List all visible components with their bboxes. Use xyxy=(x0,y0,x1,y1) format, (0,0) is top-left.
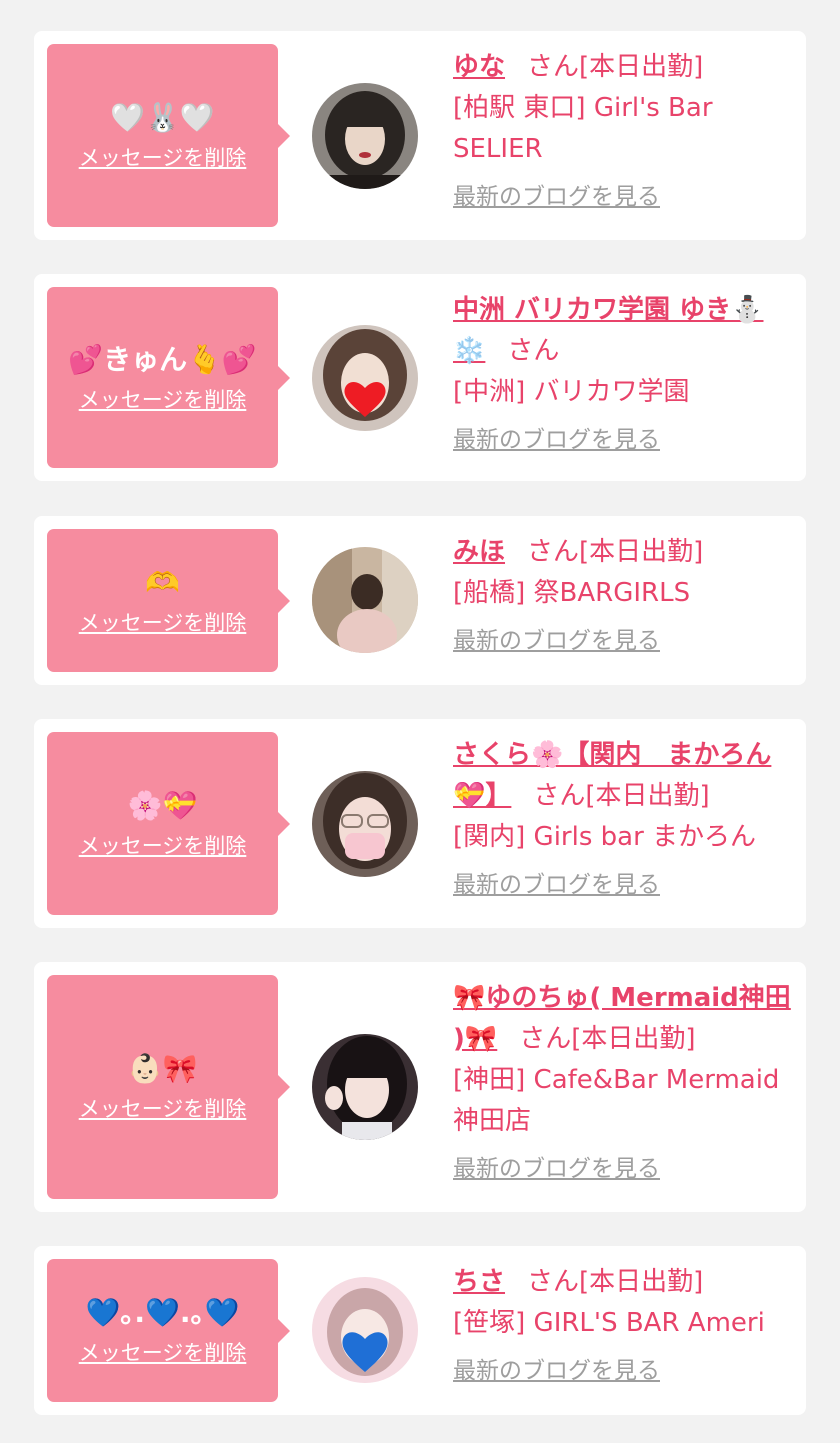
message-bubble: 💕きゅん🫰💕 メッセージを削除 xyxy=(47,287,290,468)
latest-blog-link[interactable]: 最新のブログを見る xyxy=(453,1154,660,1184)
favorite-card: 🫶 メッセージを削除 みほ さん[本日出勤] [船橋] 祭BARGIRLS 最新の… xyxy=(34,516,806,685)
cast-info: みほ さん[本日出勤] [船橋] 祭BARGIRLS 最新のブログを見る xyxy=(453,532,792,661)
favorite-card: 💕きゅん🫰💕 メッセージを削除 中洲 バリカワ学園 ゆき⛄️❄️ さん [中洲] … xyxy=(34,274,806,481)
message-text: 🤍🐰🤍 xyxy=(110,100,215,134)
latest-blog-link[interactable]: 最新のブログを見る xyxy=(453,1356,660,1386)
message-bubble: 👶🏻🎀 メッセージを削除 xyxy=(47,975,290,1199)
name-line: さくら🌸【関内 まかろん💝】 さん[本日出勤] xyxy=(453,735,792,817)
delete-message-link[interactable]: メッセージを削除 xyxy=(79,1093,247,1123)
latest-blog-link[interactable]: 最新のブログを見る xyxy=(453,626,660,656)
cast-name-link[interactable]: みほ xyxy=(453,537,505,567)
status-text: さん[本日出勤] xyxy=(527,52,704,82)
delete-message-link[interactable]: メッセージを削除 xyxy=(79,142,247,172)
cast-info: ちさ さん[本日出勤] [笹塚] GIRL'S BAR Ameri 最新のブログを… xyxy=(453,1262,792,1391)
status-text: さん[本日出勤] xyxy=(519,1024,696,1054)
message-bubble: 🫶 メッセージを削除 xyxy=(47,529,290,672)
cast-name-link[interactable]: 中洲 バリカワ学園 ゆき⛄️❄️ xyxy=(453,295,763,366)
status-text: さん[本日出勤] xyxy=(527,1267,704,1297)
message-bubble: 🌸💝 メッセージを削除 xyxy=(47,732,290,915)
avatar[interactable] xyxy=(312,83,418,189)
cast-info: 中洲 バリカワ学園 ゆき⛄️❄️ さん [中洲] バリカワ学園 最新のブログを見る xyxy=(453,290,792,460)
delete-message-link[interactable]: メッセージを削除 xyxy=(79,830,247,860)
message-text: 💙｡.💙.｡💙 xyxy=(85,1295,240,1329)
latest-blog-link[interactable]: 最新のブログを見る xyxy=(453,182,660,212)
delete-message-link[interactable]: メッセージを削除 xyxy=(79,1337,247,1367)
favorite-card: 🤍🐰🤍 メッセージを削除 ゆな さん[本日出勤] [柏駅 東口] Girl's B… xyxy=(34,31,806,240)
shop-text: [関内] Girls bar まかろん xyxy=(453,822,757,852)
name-line: ちさ さん[本日出勤] xyxy=(453,1262,792,1303)
avatar[interactable] xyxy=(312,1277,418,1383)
cast-info: 🎀ゆのちゅ( Mermaid神田 )🎀 さん[本日出勤] [神田] Cafe&Ba… xyxy=(453,978,792,1189)
name-line: ゆな さん[本日出勤] xyxy=(453,47,792,88)
message-bubble: 🤍🐰🤍 メッセージを削除 xyxy=(47,44,290,227)
latest-blog-link[interactable]: 最新のブログを見る xyxy=(453,870,660,900)
message-text: 🫶 xyxy=(145,565,180,599)
avatar[interactable] xyxy=(312,547,418,653)
delete-message-link[interactable]: メッセージを削除 xyxy=(79,384,247,414)
name-line: 中洲 バリカワ学園 ゆき⛄️❄️ さん xyxy=(453,290,792,372)
cast-info: さくら🌸【関内 まかろん💝】 さん[本日出勤] [関内] Girls bar まか… xyxy=(453,735,792,905)
status-text: さん[本日出勤] xyxy=(527,537,704,567)
message-bubble: 💙｡.💙.｡💙 メッセージを削除 xyxy=(47,1259,290,1402)
status-text: さん xyxy=(507,336,560,366)
favorite-card: 💙｡.💙.｡💙 メッセージを削除 ちさ さん[本日出勤] [笹塚] GIRL'S … xyxy=(34,1246,806,1415)
message-text: 👶🏻🎀 xyxy=(127,1052,198,1085)
delete-message-link[interactable]: メッセージを削除 xyxy=(79,607,247,637)
shop-text: [笹塚] GIRL'S BAR Ameri xyxy=(453,1308,765,1338)
cast-name-link[interactable]: ゆな xyxy=(453,52,505,82)
shop-text: [船橋] 祭BARGIRLS xyxy=(453,578,691,608)
avatar[interactable] xyxy=(312,325,418,431)
message-text: 💕きゅん🫰💕 xyxy=(68,342,257,376)
cast-info: ゆな さん[本日出勤] [柏駅 東口] Girl's Bar SELIER 最新の… xyxy=(453,47,792,217)
avatar[interactable] xyxy=(312,771,418,877)
favorite-card: 👶🏻🎀 メッセージを削除 🎀ゆのちゅ( Mermaid神田 )🎀 さん[本日出勤]… xyxy=(34,962,806,1212)
shop-text: [神田] Cafe&Bar Mermaid 神田店 xyxy=(453,1065,780,1136)
shop-text: [中洲] バリカワ学園 xyxy=(453,377,690,407)
avatar[interactable] xyxy=(312,1034,418,1140)
favorite-card: 🌸💝 メッセージを削除 さくら🌸【関内 まかろん💝】 さん[本日出勤] [関内] … xyxy=(34,719,806,928)
shop-text: [柏駅 東口] Girl's Bar SELIER xyxy=(453,93,713,164)
name-line: 🎀ゆのちゅ( Mermaid神田 )🎀 さん[本日出勤] xyxy=(453,978,792,1060)
cast-name-link[interactable]: ちさ xyxy=(453,1267,505,1297)
latest-blog-link[interactable]: 最新のブログを見る xyxy=(453,425,660,455)
message-text: 🌸💝 xyxy=(127,788,198,822)
status-text: さん[本日出勤] xyxy=(533,781,710,811)
name-line: みほ さん[本日出勤] xyxy=(453,532,792,573)
